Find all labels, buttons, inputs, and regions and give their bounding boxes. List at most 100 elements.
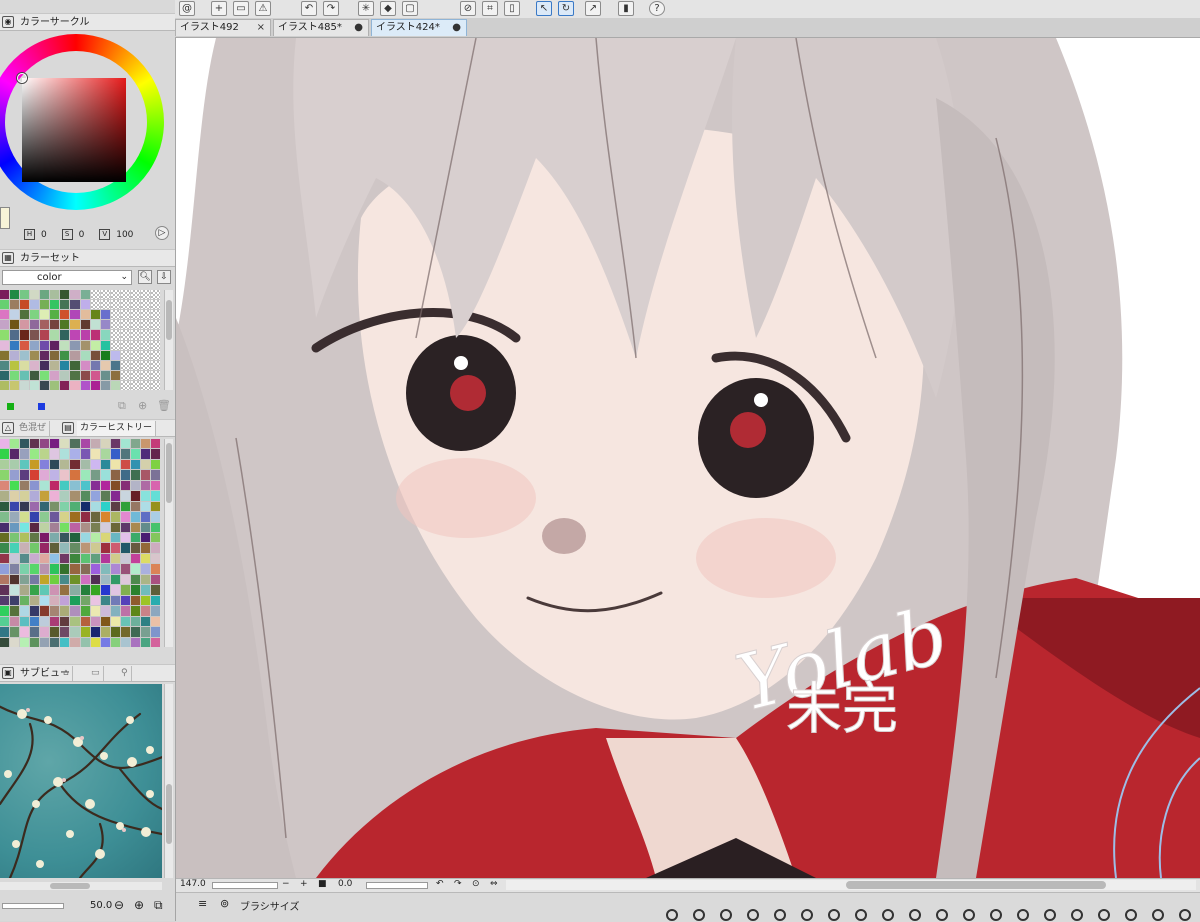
color-swatch[interactable] [110,574,120,585]
color-swatch[interactable] [50,370,60,380]
color-swatch[interactable] [100,501,110,512]
color-swatch[interactable] [110,300,120,310]
color-swatch[interactable] [90,637,100,647]
color-swatch[interactable] [80,459,90,470]
tab-color-history[interactable]: カラーヒストリー [77,421,157,436]
color-swatch[interactable] [120,370,130,380]
tab-layer-search[interactable]: ⚲ [118,666,132,681]
color-swatch[interactable] [130,480,140,491]
color-swatch[interactable] [70,501,80,512]
color-swatch[interactable] [140,350,150,360]
color-swatch[interactable] [120,380,130,390]
color-swatch[interactable] [70,595,80,606]
color-swatch[interactable] [50,512,60,522]
color-swatch[interactable] [80,290,90,300]
color-swatch[interactable] [90,543,100,553]
color-swatch[interactable] [60,595,70,606]
color-swatch[interactable] [130,501,140,512]
color-swatch[interactable] [150,470,160,480]
color-swatch[interactable] [40,290,50,300]
color-swatch[interactable] [80,637,90,647]
color-swatch[interactable] [60,637,70,647]
color-swatch[interactable] [40,470,50,480]
color-swatch[interactable] [30,501,40,512]
color-swatch[interactable] [40,585,50,595]
color-swatch[interactable] [20,553,30,564]
color-swatch[interactable] [30,340,40,350]
color-swatch[interactable] [110,585,120,595]
help-icon[interactable]: ? [649,1,665,16]
color-swatch[interactable] [100,290,110,300]
color-swatch[interactable] [40,627,50,637]
color-swatch[interactable] [130,595,140,606]
color-swatch[interactable] [120,585,130,595]
color-swatch[interactable] [30,543,40,553]
color-swatch[interactable] [0,543,10,553]
color-swatch[interactable] [30,360,40,370]
color-swatch[interactable] [110,459,120,470]
brush-size-preset[interactable] [693,909,705,921]
invert-icon[interactable]: ▯ [504,1,520,16]
color-swatch[interactable] [50,290,60,300]
color-swatch[interactable] [90,585,100,595]
color-swatch[interactable] [130,627,140,637]
color-swatch[interactable] [140,616,150,627]
color-swatch[interactable] [140,522,150,533]
color-swatch[interactable] [50,553,60,564]
color-swatch[interactable] [120,360,130,370]
color-swatch[interactable] [130,522,140,533]
canvas-rotate-slider[interactable] [366,882,428,889]
color-swatch[interactable] [40,616,50,627]
color-swatch[interactable] [80,543,90,553]
color-swatch[interactable] [0,512,10,522]
color-swatch[interactable] [40,522,50,533]
color-swatch[interactable] [70,370,80,380]
color-swatch[interactable] [80,300,90,310]
color-swatch[interactable] [80,480,90,491]
color-swatch[interactable] [100,320,110,330]
color-swatch[interactable] [90,564,100,574]
color-swatch[interactable] [130,543,140,553]
color-swatch[interactable] [120,564,130,574]
color-swatch[interactable] [80,330,90,340]
color-swatch[interactable] [70,480,80,491]
color-mode-toggle-icon[interactable]: ▷ [155,226,169,240]
color-swatch[interactable] [150,300,160,310]
color-swatch[interactable] [50,350,60,360]
color-swatch[interactable] [60,522,70,533]
color-swatch[interactable] [130,449,140,459]
loading-icon[interactable]: ✳ [358,1,374,16]
brush-size-preset[interactable] [1179,909,1191,921]
color-swatch[interactable] [100,574,110,585]
color-swatch[interactable] [70,449,80,459]
color-swatch[interactable] [140,340,150,350]
color-swatch[interactable] [90,480,100,491]
phone-icon[interactable]: ▮ [618,1,634,16]
color-swatch[interactable] [90,627,100,637]
clear-selection-icon[interactable]: ⊘ [460,1,476,16]
color-swatch[interactable] [70,533,80,543]
color-swatch[interactable] [130,564,140,574]
color-swatch[interactable] [20,470,30,480]
color-swatch[interactable] [130,320,140,330]
color-swatch[interactable] [20,350,30,360]
color-swatch[interactable] [10,512,20,522]
color-swatch[interactable] [90,491,100,501]
download-icon[interactable]: ⇩ [157,270,171,284]
color-swatch[interactable] [50,533,60,543]
color-swatch[interactable] [150,290,160,300]
current-color-swatch[interactable] [0,207,10,229]
color-swatch[interactable] [120,543,130,553]
color-swatch[interactable] [90,606,100,616]
color-swatch[interactable] [0,595,10,606]
color-swatch[interactable] [60,606,70,616]
color-swatch[interactable] [10,606,20,616]
color-swatch[interactable] [30,533,40,543]
navigator-zoom-slider[interactable] [2,903,64,909]
color-swatch[interactable] [110,290,120,300]
color-swatch[interactable] [50,564,60,574]
color-swatch[interactable] [140,370,150,380]
lasso-icon[interactable]: ↻ [558,1,574,16]
color-swatch[interactable] [110,449,120,459]
color-swatch[interactable] [50,501,60,512]
